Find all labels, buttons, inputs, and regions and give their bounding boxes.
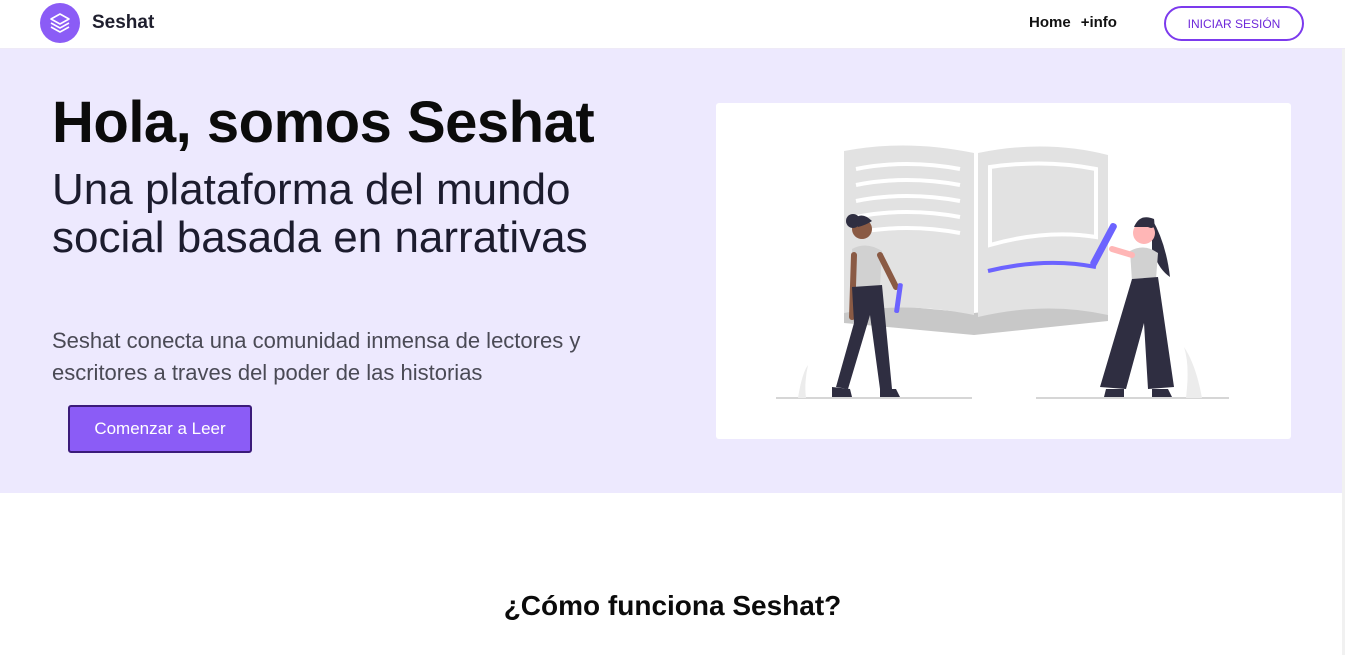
how-it-works-title: ¿Cómo funciona Seshat?	[503, 590, 842, 621]
brand[interactable]: Seshat	[40, 3, 154, 43]
hero-illustration	[716, 103, 1291, 439]
login-button[interactable]: INICIAR SESIÓN	[1164, 6, 1304, 41]
book-readers-illustration	[776, 145, 1229, 399]
layers-icon	[40, 3, 80, 43]
hero-description: Seshat conecta una comunidad inmensa de …	[52, 328, 581, 385]
hero-section: Hola, somos Seshat Una plataforma del mu…	[0, 49, 1345, 493]
hero-subtitle: Una plataforma del mundo social basada e…	[52, 165, 588, 262]
brand-name: Seshat	[92, 12, 155, 33]
hero-title: Hola, somos Seshat	[52, 90, 595, 155]
start-reading-button[interactable]: Comenzar a Leer	[68, 405, 252, 453]
nav-links: Home +info	[1029, 14, 1117, 31]
nav-link-info[interactable]: +info	[1081, 14, 1117, 31]
nav-link-home[interactable]: Home	[1029, 14, 1071, 31]
navbar: Seshat Home +info INICIAR SESIÓN	[0, 0, 1345, 49]
